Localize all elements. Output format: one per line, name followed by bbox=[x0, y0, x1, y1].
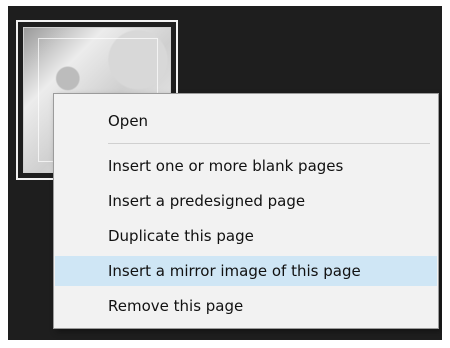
menu-separator bbox=[108, 143, 430, 144]
menu-item-insert-predesigned-page[interactable]: Insert a predesigned page bbox=[55, 186, 437, 216]
menu-item-label: Insert a predesigned page bbox=[108, 192, 306, 210]
menu-item-insert-mirror-image[interactable]: Insert a mirror image of this page bbox=[55, 256, 437, 286]
menu-item-label: Duplicate this page bbox=[108, 227, 254, 245]
menu-item-open[interactable]: Open bbox=[55, 106, 437, 136]
menu-item-label: Insert a mirror image of this page bbox=[108, 262, 361, 280]
menu-item-label: Remove this page bbox=[108, 297, 244, 315]
menu-item-label: Open bbox=[108, 112, 149, 130]
menu-item-label: Insert one or more blank pages bbox=[108, 157, 344, 175]
menu-item-duplicate-page[interactable]: Duplicate this page bbox=[55, 221, 437, 251]
menu-item-remove-page[interactable]: Remove this page bbox=[55, 291, 437, 321]
context-menu: Open Insert one or more blank pages Inse… bbox=[53, 93, 439, 329]
page-navigation-pane: Open Insert one or more blank pages Inse… bbox=[8, 6, 442, 340]
menu-item-insert-blank-pages[interactable]: Insert one or more blank pages bbox=[55, 151, 437, 181]
